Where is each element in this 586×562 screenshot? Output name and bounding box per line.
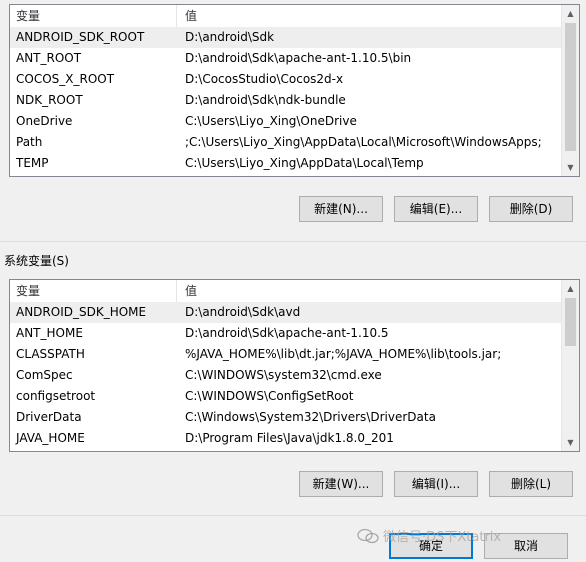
table-row[interactable]: ANT_HOME D:\android\Sdk\apache-ant-1.10.… [10,323,561,344]
variable-name: Path [16,135,43,149]
scroll-down-icon[interactable]: ▼ [562,159,579,176]
vertical-scrollbar[interactable]: ▲ ▼ [561,280,579,451]
variable-name: ANDROID_SDK_HOME [16,305,147,319]
variable-name: CLASSPATH [16,347,85,361]
variable-value: D:\Program Files\Java\jdk1.8.0_201 [185,431,394,445]
scroll-up-icon[interactable]: ▲ [562,280,579,297]
variable-value: %JAVA_HOME%\lib\dt.jar;%JAVA_HOME%\lib\t… [185,347,502,361]
table-row[interactable]: ANDROID_SDK_ROOT D:\android\Sdk [10,27,561,48]
variable-value: D:\android\Sdk\apache-ant-1.10.5 [185,326,389,340]
column-header-value[interactable]: 值 [177,5,561,27]
wechat-logo-icon [357,528,379,548]
table-row[interactable]: NDK_ROOT D:\android\Sdk\ndk-bundle [10,90,561,111]
user-variables-list[interactable]: 变量 值 ANDROID_SDK_ROOT D:\android\Sdk ANT… [9,4,580,177]
table-row[interactable]: Path ;C:\Users\Liyo_Xing\AppData\Local\M… [10,132,561,153]
table-row[interactable]: ANDROID_SDK_HOME D:\android\Sdk\avd [10,302,561,323]
user-edit-button[interactable]: 编辑(E)... [394,196,478,222]
variable-name: DriverData [16,410,82,424]
cancel-button[interactable]: 取消 [484,533,568,559]
variable-name: ANDROID_SDK_ROOT [16,30,145,44]
system-variables-header: 变量 值 [10,280,561,303]
table-row[interactable]: JAVA_HOME D:\Program Files\Java\jdk1.8.0… [10,428,561,449]
variable-name: JAVA_HOME [16,431,85,445]
variable-value: D:\android\Sdk\ndk-bundle [185,93,346,107]
table-row[interactable]: TEMP C:\Users\Liyo_Xing\AppData\Local\Te… [10,153,561,174]
variable-value: C:\WINDOWS\ConfigSetRoot [185,389,354,403]
system-variables-label: 系统变量(S) [4,254,69,268]
scrollbar-thumb[interactable] [565,23,576,151]
scroll-down-icon[interactable]: ▼ [562,434,579,451]
variable-value: D:\android\Sdk [185,30,275,44]
variable-value: D:\android\Sdk\apache-ant-1.10.5\bin [185,51,412,65]
ok-button[interactable]: 确定 [389,533,473,559]
system-new-button[interactable]: 新建(W)... [299,471,383,497]
table-row[interactable]: COCOS_X_ROOT D:\CocosStudio\Cocos2d-x [10,69,561,90]
variable-name: configsetroot [16,389,96,403]
user-delete-button[interactable]: 删除(D) [489,196,573,222]
table-row[interactable]: ANT_ROOT D:\android\Sdk\apache-ant-1.10.… [10,48,561,69]
variable-value: C:\Users\Liyo_Xing\OneDrive [185,114,357,128]
user-new-button[interactable]: 新建(N)... [299,196,383,222]
section-divider [0,241,586,242]
variable-name: OneDrive [16,114,73,128]
system-delete-button[interactable]: 删除(L) [489,471,573,497]
table-row[interactable]: configsetroot C:\WINDOWS\ConfigSetRoot [10,386,561,407]
variable-value: ;C:\Users\Liyo_Xing\AppData\Local\Micros… [185,135,542,149]
variable-name: NDK_ROOT [16,93,83,107]
scroll-up-icon[interactable]: ▲ [562,5,579,22]
column-header-variable[interactable]: 变量 [10,5,177,27]
variable-value: D:\CocosStudio\Cocos2d-x [185,72,344,86]
variable-value: D:\android\Sdk\avd [185,305,301,319]
variable-name: TEMP [16,156,49,170]
variable-name: ComSpec [16,368,73,382]
table-row[interactable]: ComSpec C:\WINDOWS\system32\cmd.exe [10,365,561,386]
variable-value: C:\Windows\System32\Drivers\DriverData [185,410,436,424]
variable-name: COCOS_X_ROOT [16,72,115,86]
variable-name: ANT_HOME [16,326,83,340]
scrollbar-thumb[interactable] [565,298,576,346]
system-variables-list[interactable]: 变量 值 ANDROID_SDK_HOME D:\android\Sdk\avd… [9,279,580,452]
user-variables-header: 变量 值 [10,5,561,28]
table-row[interactable]: CLASSPATH %JAVA_HOME%\lib\dt.jar;%JAVA_H… [10,344,561,365]
system-edit-button[interactable]: 编辑(I)... [394,471,478,497]
section-divider [0,515,586,516]
column-header-value[interactable]: 值 [177,280,561,302]
table-row[interactable]: OneDrive C:\Users\Liyo_Xing\OneDrive [10,111,561,132]
variable-value: C:\Users\Liyo_Xing\AppData\Local\Temp [185,156,424,170]
table-row[interactable]: DriverData C:\Windows\System32\Drivers\D… [10,407,561,428]
column-header-variable[interactable]: 变量 [10,280,177,302]
variable-value: C:\WINDOWS\system32\cmd.exe [185,368,382,382]
variable-name: ANT_ROOT [16,51,82,65]
vertical-scrollbar[interactable]: ▲ ▼ [561,5,579,176]
